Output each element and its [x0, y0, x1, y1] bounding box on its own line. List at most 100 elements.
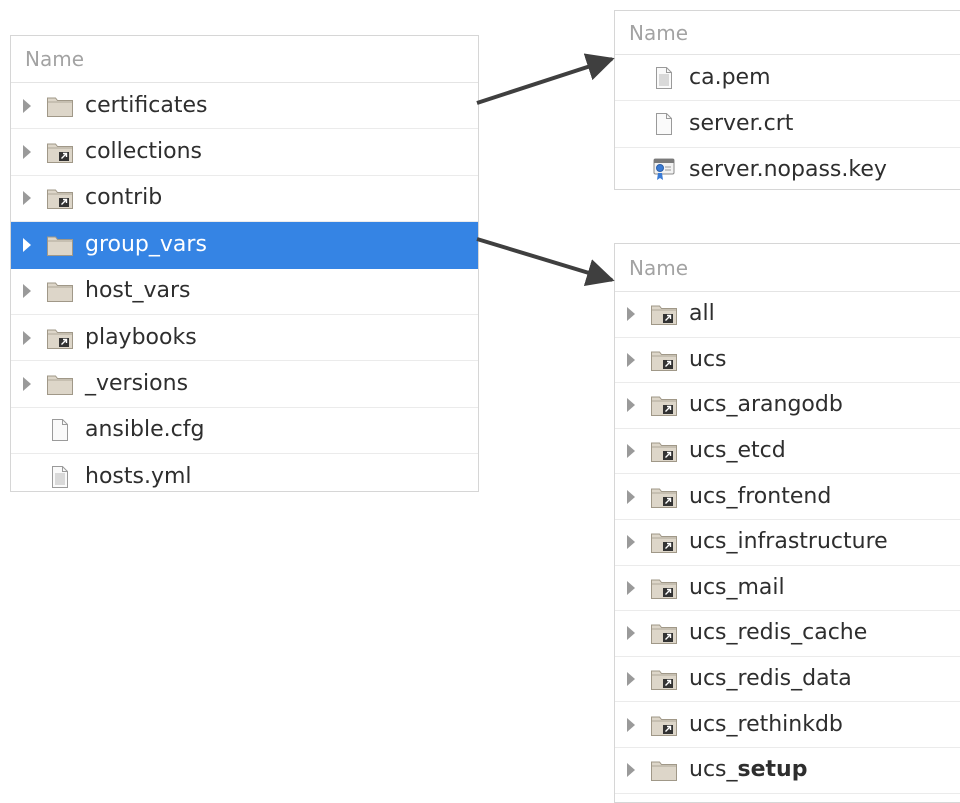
file-name-label: ucs_rethinkdb [689, 711, 843, 737]
text-file-icon [45, 464, 75, 490]
file-name-label: ucs_mail [689, 574, 785, 600]
file-name-bold-part: setup [737, 757, 808, 783]
expander-arrow-icon[interactable] [11, 145, 37, 160]
folder-link-icon [649, 620, 679, 646]
expander-arrow-icon[interactable] [11, 98, 37, 113]
expander-arrow-icon[interactable] [11, 377, 37, 392]
list-item[interactable]: ucs_infrastructure [615, 520, 960, 566]
folder-link-icon [649, 392, 679, 418]
file-name-label: contrib [85, 185, 163, 211]
text-file-icon [649, 65, 679, 91]
file-name-label: hosts.yml [85, 463, 192, 489]
expander-arrow-icon[interactable] [615, 307, 641, 322]
file-list-root: Name certificates collections contrib group… [10, 35, 479, 492]
expander-arrow-icon[interactable] [615, 444, 641, 459]
file-name-label: ucs_etcd [689, 438, 786, 464]
expander-arrow-icon[interactable] [11, 237, 37, 252]
list-item[interactable]: _versions [11, 361, 478, 408]
file-name-label: ucs_infrastructure [689, 529, 888, 555]
list-item[interactable]: ucs_redis_cache [615, 611, 960, 657]
list-item[interactable]: server.crt [615, 101, 960, 148]
folder-link-icon [649, 347, 679, 373]
folder-link-icon [649, 529, 679, 555]
folder-link-icon [649, 484, 679, 510]
file-name-label: ucs_redis_data [689, 666, 852, 692]
list-item[interactable]: ucs_etcd [615, 429, 960, 475]
list-item[interactable]: ca.pem [615, 55, 960, 102]
file-list-certificates: Name ca.pem server.crt server.nopass.key [614, 10, 960, 190]
expander-arrow-icon[interactable] [11, 284, 37, 299]
expander-arrow-icon[interactable] [615, 398, 641, 413]
list-item[interactable]: playbooks [11, 315, 478, 362]
expander-arrow-icon[interactable] [615, 535, 641, 550]
list-item[interactable]: server.nopass.key [615, 148, 960, 189]
file-name-label: ucs_frontend [689, 483, 832, 509]
file-name-prefix: ucs_ [689, 757, 738, 783]
list-item[interactable]: collections [11, 129, 478, 176]
expander-arrow-icon[interactable] [615, 489, 641, 504]
arrow-to-group-vars [476, 237, 615, 287]
column-header-name[interactable]: Name [615, 244, 960, 292]
column-header-name[interactable]: Name [615, 11, 960, 55]
expander-arrow-icon[interactable] [615, 352, 641, 367]
folder-link-icon [649, 712, 679, 738]
folder-link-icon [649, 438, 679, 464]
file-name-label: server.crt [689, 111, 794, 137]
file-name-label: certificates [85, 92, 208, 118]
file-name-label: ucs_arangodb [689, 392, 843, 418]
folder-link-icon [45, 139, 75, 165]
file-name-label: server.nopass.key [689, 157, 887, 183]
list-item[interactable]: ucs_frontend [615, 474, 960, 520]
folder-icon [649, 757, 679, 783]
file-name-label: playbooks [85, 324, 197, 350]
file-name-label: all [689, 301, 715, 327]
list-item[interactable]: contrib [11, 176, 478, 223]
file-list-group-vars: Name all ucs ucs_arangodb ucs_etcd ucs_front… [614, 243, 960, 803]
file-name-label: ucs_redis_cache [689, 620, 868, 646]
file-name-label: group_vars [85, 231, 207, 257]
list-item[interactable]: group_vars [11, 222, 478, 269]
expander-arrow-icon[interactable] [11, 330, 37, 345]
file-name-label: host_vars [85, 278, 191, 304]
folder-link-icon [649, 575, 679, 601]
folder-link-icon [45, 325, 75, 351]
expander-arrow-icon[interactable] [615, 626, 641, 641]
file-name-label: ca.pem [689, 64, 771, 90]
expander-arrow-icon[interactable] [615, 763, 641, 778]
file-name-label: ansible.cfg [85, 417, 205, 443]
folder-link-icon [649, 301, 679, 327]
file-name-label: ucs [689, 346, 727, 372]
expander-arrow-icon[interactable] [615, 580, 641, 595]
list-item[interactable]: host_vars [11, 269, 478, 315]
root-rows: certificates collections contrib group_vars… [11, 83, 478, 491]
list-item[interactable]: ucs_arangodb [615, 383, 960, 429]
list-item[interactable]: ansible.cfg [11, 408, 478, 455]
certificates-rows: ca.pem server.crt server.nopass.key [615, 55, 960, 189]
list-item[interactable]: ucs_mail [615, 566, 960, 612]
list-item[interactable]: hosts.yml [11, 454, 478, 491]
list-item[interactable]: ucs_redis_data [615, 657, 960, 703]
folder-link-icon [45, 185, 75, 211]
expander-arrow-icon[interactable] [11, 191, 37, 206]
arrow-to-certificates [476, 53, 615, 105]
list-item[interactable]: ucs_setup [615, 748, 960, 794]
file-icon [649, 111, 679, 137]
column-header-name[interactable]: Name [11, 36, 478, 83]
file-name-label: ucs_setup [689, 759, 807, 781]
folder-icon [45, 93, 75, 119]
folder-icon [45, 371, 75, 397]
certificate-icon [649, 157, 679, 183]
group-vars-rows: all ucs ucs_arangodb ucs_etcd ucs_frontenduc… [615, 292, 960, 794]
file-icon [45, 417, 75, 443]
expander-arrow-icon[interactable] [615, 717, 641, 732]
folder-link-icon [649, 666, 679, 692]
file-name-label: _versions [85, 371, 189, 397]
list-item[interactable]: ucs [615, 338, 960, 384]
list-item[interactable]: certificates [11, 83, 478, 130]
list-item[interactable]: ucs_rethinkdb [615, 702, 960, 748]
folder-icon [45, 278, 75, 304]
list-item[interactable]: all [615, 292, 960, 338]
folder-icon [45, 232, 75, 258]
file-name-label: collections [85, 139, 203, 165]
expander-arrow-icon[interactable] [615, 672, 641, 687]
